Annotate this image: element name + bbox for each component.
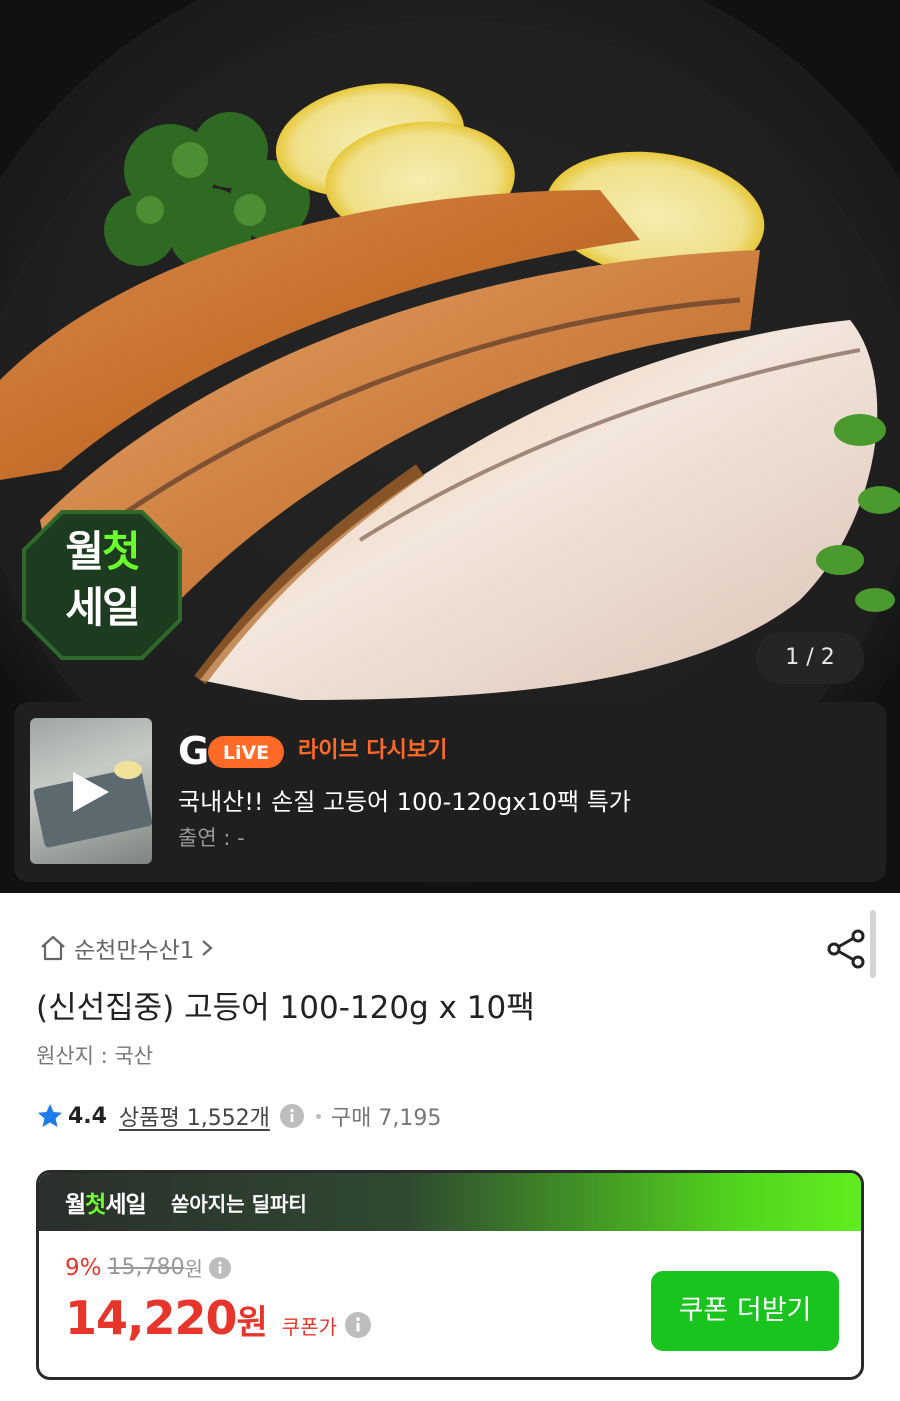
monthly-first-sale-logo: 월첫세일 <box>65 1192 147 1218</box>
coupon-price: 14,220 <box>65 1291 238 1345</box>
svg-text:LiVE: LiVE <box>223 742 269 764</box>
live-replay-card[interactable]: G LiVE 라이브 다시보기 국내산!! 손질 고등어 100-120gx10… <box>14 702 886 882</box>
deal-price-box: 월첫세일 쏟아지는 딜파티 9% 15,780 원 14,220 원 쿠폰가 쿠… <box>36 1170 864 1380</box>
g-live-logo: G LiVE <box>178 730 284 772</box>
info-icon[interactable] <box>279 1104 304 1128</box>
share-icon[interactable] <box>826 928 868 970</box>
svg-text:G: G <box>178 730 209 772</box>
live-video-thumbnail[interactable] <box>30 718 152 864</box>
store-name: 순천만수산1 <box>74 938 195 964</box>
rating-row: 4.4 상품평 1,552개 구매 7,195 <box>36 1098 441 1134</box>
store-link[interactable]: 순천만수산1 <box>38 930 214 966</box>
product-origin: 원산지 : 국산 <box>36 1044 154 1068</box>
coupon-price-row: 14,220 원 쿠폰가 <box>65 1291 371 1345</box>
image-pager: 1 / 2 <box>756 632 864 684</box>
coupon-price-label: 쿠폰가 <box>281 1315 337 1339</box>
review-count-link[interactable]: 상품평 1,552개 <box>119 1100 270 1132</box>
scrollbar[interactable] <box>870 910 876 978</box>
separator-dot <box>315 1113 321 1119</box>
product-title: (신선집중) 고등어 100-120g x 10팩 <box>36 990 535 1026</box>
live-replay-label[interactable]: 라이브 다시보기 <box>298 732 447 764</box>
deal-header: 월첫세일 쏟아지는 딜파티 <box>39 1173 861 1231</box>
discount-rate: 9% <box>65 1254 102 1281</box>
discount-row: 9% 15,780 원 <box>65 1253 231 1282</box>
chevron-right-icon <box>202 940 214 956</box>
original-price-unit: 원 <box>184 1257 203 1281</box>
info-icon[interactable] <box>208 1256 231 1279</box>
home-icon <box>41 935 65 961</box>
product-image-carousel[interactable]: 월첫 세일 1 / 2 G LiVE 라이브 다시보기 국내산!! 손질 고등어… <box>0 0 900 893</box>
live-title[interactable]: 국내산!! 손질 고등어 100-120gx10팩 특가 <box>178 782 631 817</box>
live-cast: 출연 : - <box>178 826 245 850</box>
rating-value: 4.4 <box>68 1103 107 1129</box>
info-icon[interactable] <box>345 1312 371 1338</box>
get-more-coupons-button[interactable]: 쿠폰 더받기 <box>651 1271 839 1351</box>
purchase-count: 구매 7,195 <box>330 1106 442 1131</box>
original-price: 15,780 <box>107 1255 185 1280</box>
play-icon <box>73 772 109 812</box>
deal-tagline: 쏟아지는 딜파티 <box>171 1192 307 1216</box>
star-icon <box>38 1104 62 1127</box>
monthly-first-sale-badge: 월첫 세일 <box>22 510 182 660</box>
coupon-price-unit: 원 <box>236 1303 268 1343</box>
